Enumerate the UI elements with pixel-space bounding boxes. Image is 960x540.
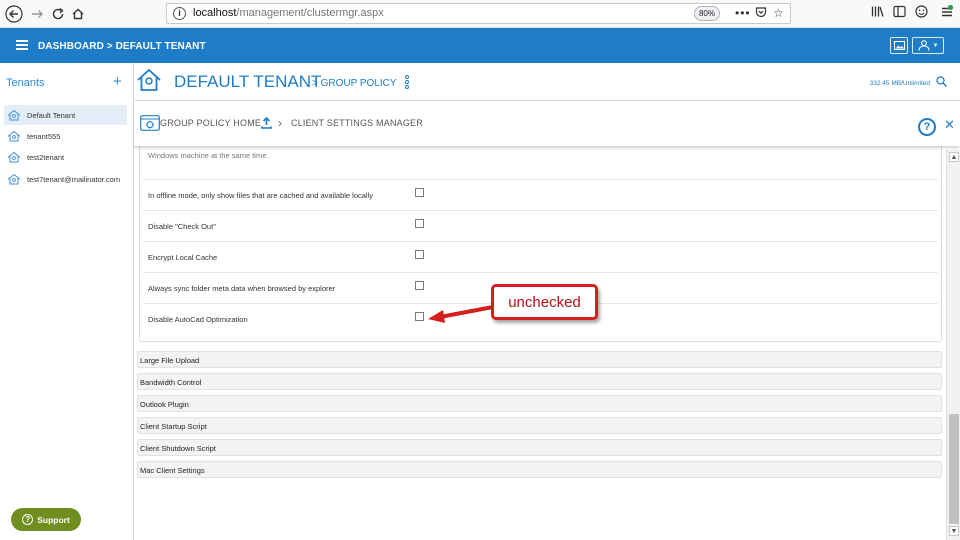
tenants-sidebar: Tenants + Default Tenant tenant555 test2…	[0, 63, 134, 540]
section-large-file-upload[interactable]: Large File Upload	[137, 351, 942, 368]
home-icon	[7, 109, 21, 121]
setting-label: Encrypt Local Cache	[148, 253, 218, 262]
setting-row-offline-mode: In offline mode, only show files that ar…	[143, 179, 938, 210]
image-icon	[893, 41, 905, 50]
home-button[interactable]	[68, 4, 88, 24]
section-mac-client-settings[interactable]: Mac Client Settings	[137, 461, 942, 478]
section-bandwidth-control[interactable]: Bandwidth Control	[137, 373, 942, 390]
zoom-level-badge[interactable]: 80%	[694, 6, 720, 21]
url-host: localhost	[193, 7, 237, 19]
scroll-thumb[interactable]	[949, 414, 959, 524]
tenant-title-bar: DEFAULT TENANT > GROUP POLICY 332.45 MB/…	[134, 63, 960, 101]
setting-description: Windows machine at the same time.	[148, 151, 269, 160]
app-breadcrumb[interactable]: DASHBOARD > DEFAULT TENANT	[38, 41, 206, 52]
tenant-label: tenant555	[27, 131, 61, 141]
url-text: localhost/management/clustermgr.aspx	[193, 7, 384, 19]
bookmark-star-icon[interactable]: ☆	[773, 6, 784, 21]
back-arrow-icon	[5, 5, 23, 23]
app-header: DASHBOARD > DEFAULT TENANT ▼	[0, 28, 960, 63]
section-label: Mac Client Settings	[140, 466, 205, 475]
image-button[interactable]	[890, 37, 908, 54]
tenant-item-tenant555[interactable]: tenant555	[4, 126, 127, 146]
user-menu-button[interactable]: ▼	[912, 37, 944, 54]
tenants-heading: Tenants	[6, 77, 45, 89]
home-icon	[7, 151, 21, 163]
emoji-icon[interactable]	[915, 5, 928, 23]
autocad-optimization-checkbox[interactable]	[415, 312, 424, 321]
client-settings-content: Windows machine at the same time. In off…	[134, 146, 946, 540]
encrypt-cache-checkbox[interactable]	[415, 250, 424, 259]
back-button[interactable]	[4, 4, 24, 24]
offline-mode-checkbox[interactable]	[415, 188, 424, 197]
hamburger-menu-icon[interactable]	[16, 40, 28, 50]
disable-checkout-checkbox[interactable]	[415, 219, 424, 228]
content-scrollbar[interactable]: ▲ ▼	[946, 150, 960, 540]
storage-usage: 332.45 MB/Unlimited	[869, 80, 930, 87]
tenant-item-default[interactable]: Default Tenant	[4, 105, 127, 125]
reload-icon	[52, 7, 64, 20]
url-path: /management/clustermgr.aspx	[236, 7, 384, 19]
library-icon[interactable]	[871, 5, 884, 23]
tenant-home-icon	[137, 68, 161, 91]
sync-metadata-checkbox[interactable]	[415, 281, 424, 290]
reload-button[interactable]	[48, 4, 68, 24]
policy-sub-header: GROUP POLICY HOME › CLIENT SETTINGS MANA…	[134, 101, 960, 146]
search-icon[interactable]	[936, 76, 947, 90]
support-button[interactable]: ? Support	[11, 508, 81, 531]
user-icon	[917, 40, 930, 51]
group-policy-crumb[interactable]: > GROUP POLICY	[312, 78, 397, 89]
setting-label: Disable AutoCad Optimization	[148, 315, 248, 324]
caret-down-icon: ▼	[932, 42, 939, 49]
tenant-label: test2tenant	[27, 152, 65, 162]
annotation-callout: unchecked	[491, 284, 598, 320]
tenant-label: test7tenant@mailinator.com	[27, 174, 121, 184]
section-client-shutdown-script[interactable]: Client Shutdown Script	[137, 439, 942, 456]
close-button[interactable]: ✕	[944, 117, 955, 133]
scroll-up-icon[interactable]: ▲	[949, 152, 959, 162]
home-icon	[72, 8, 84, 20]
section-label: Bandwidth Control	[140, 378, 202, 387]
sidebar-toggle-icon[interactable]	[893, 5, 906, 23]
setting-label: Always sync folder meta data when browse…	[148, 284, 336, 293]
tenant-item-test2tenant[interactable]: test2tenant	[4, 147, 127, 167]
tenant-item-test7tenant[interactable]: test7tenant@mailinator.com	[4, 169, 127, 189]
menu-icon[interactable]	[940, 4, 954, 24]
home-icon	[7, 173, 21, 185]
forward-button[interactable]	[27, 4, 47, 24]
chevron-right-icon: ›	[278, 116, 282, 130]
section-label: Large File Upload	[140, 356, 200, 365]
forward-arrow-icon	[32, 10, 43, 18]
address-bar[interactable]: i localhost/management/clustermgr.aspx 8…	[166, 3, 791, 24]
upload-icon[interactable]	[261, 117, 272, 129]
help-icon: ?	[22, 514, 34, 525]
section-label: Outlook Plugin	[140, 400, 189, 409]
group-policy-home-icon	[140, 115, 160, 131]
site-info-icon[interactable]: i	[173, 7, 186, 20]
more-options-icon[interactable]	[405, 75, 409, 89]
group-policy-home-link[interactable]: GROUP POLICY HOME	[160, 118, 261, 128]
help-button[interactable]: ?	[918, 118, 936, 136]
setting-label: In offline mode, only show files that ar…	[148, 191, 373, 200]
setting-row-encrypt-cache: Encrypt Local Cache	[143, 241, 938, 272]
section-label: Client Shutdown Script	[140, 444, 216, 453]
tenant-title: DEFAULT TENANT	[174, 72, 322, 91]
support-label: Support	[37, 514, 70, 525]
setting-row-disable-checkout: Disable "Check Out"	[143, 210, 938, 241]
section-client-startup-script[interactable]: Client Startup Script	[137, 417, 942, 434]
home-icon	[7, 130, 21, 142]
section-outlook-plugin[interactable]: Outlook Plugin	[137, 395, 942, 412]
scroll-down-icon[interactable]: ▼	[949, 526, 959, 536]
tenant-label: Default Tenant	[27, 110, 76, 120]
client-settings-crumb: CLIENT SETTINGS MANAGER	[291, 118, 423, 128]
pocket-icon[interactable]	[755, 6, 767, 22]
setting-label: Disable "Check Out"	[148, 222, 216, 231]
page-actions-icon[interactable]: •••	[735, 6, 751, 21]
add-tenant-button[interactable]: +	[113, 73, 122, 90]
browser-toolbar: i localhost/management/clustermgr.aspx 8…	[0, 0, 960, 28]
section-label: Client Startup Script	[140, 422, 207, 431]
